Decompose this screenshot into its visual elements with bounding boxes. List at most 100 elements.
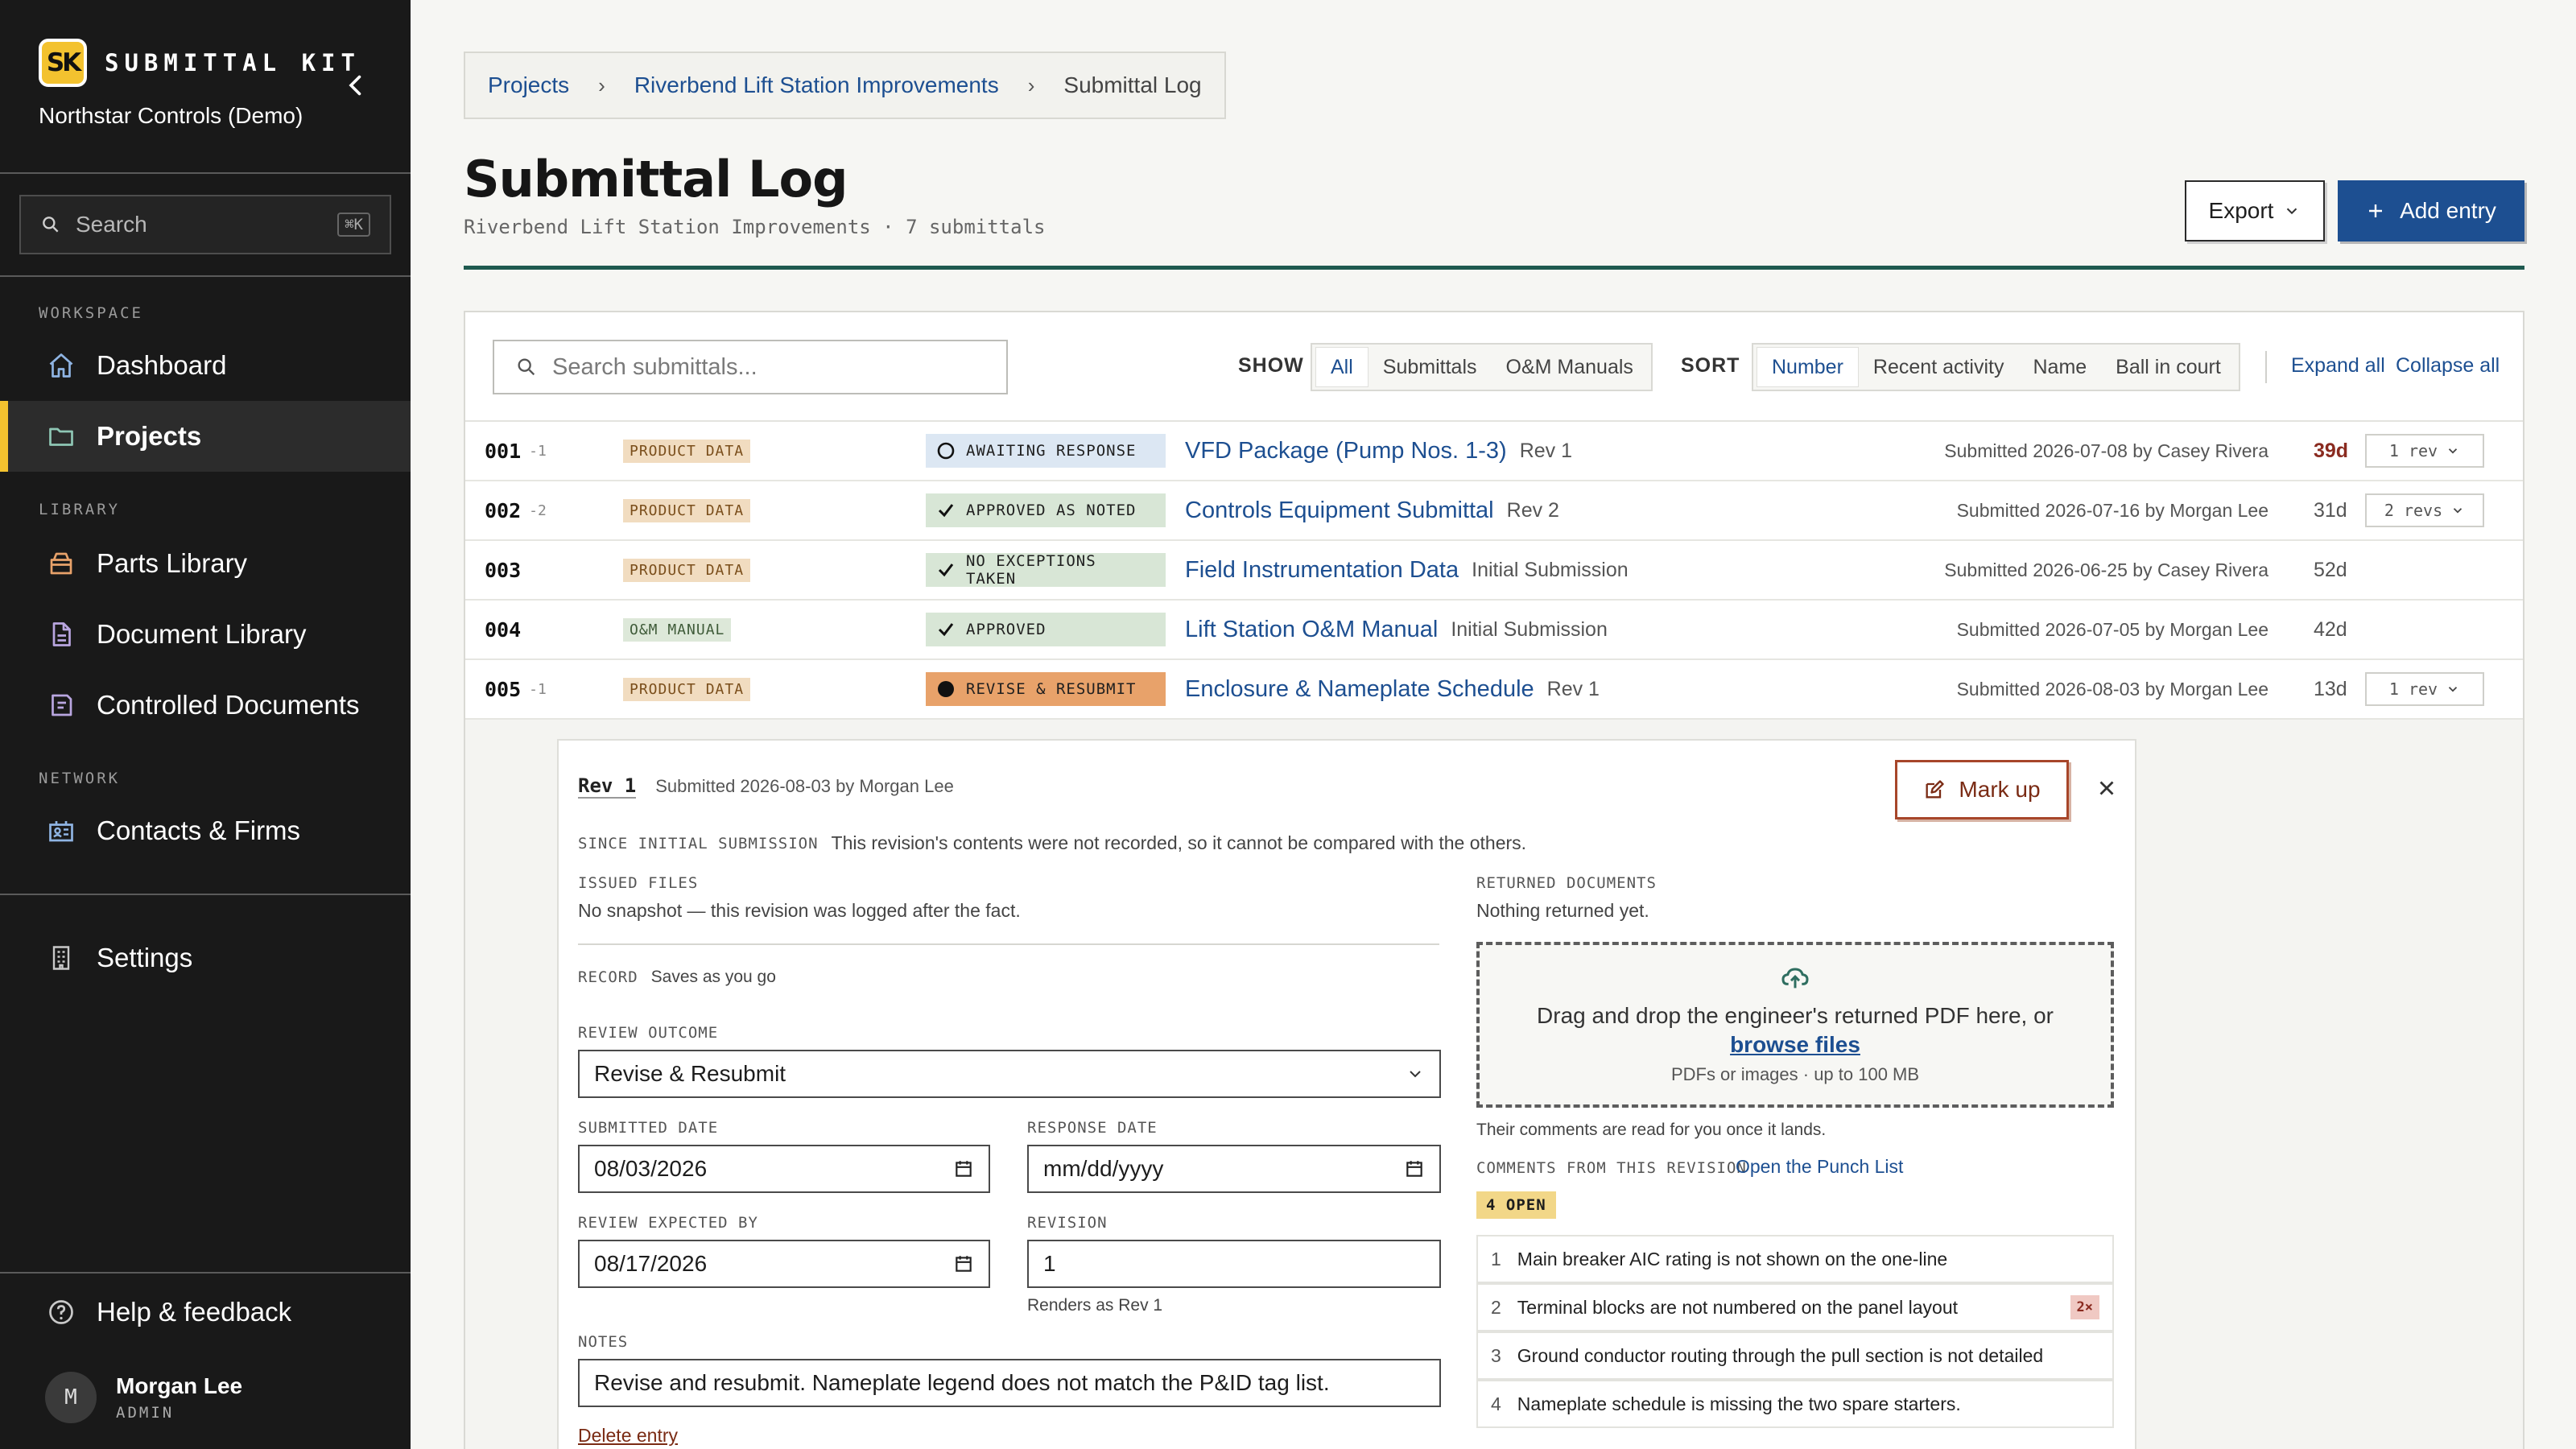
sidebar-item-document-library[interactable]: Document Library: [0, 599, 411, 670]
upload-cloud-icon: [1480, 961, 2111, 993]
app-logo: SK: [39, 39, 87, 87]
sidebar-item-parts-library[interactable]: Parts Library: [0, 528, 411, 599]
mark-up-button[interactable]: Mark up: [1895, 760, 2069, 819]
sort-option-ball-in-court[interactable]: Ball in court: [2101, 347, 2235, 387]
type-tag: PRODUCT DATA: [623, 660, 751, 718]
record-label: RECORD: [578, 968, 638, 986]
type-tag: PRODUCT DATA: [623, 481, 751, 539]
breadcrumb-project[interactable]: Riverbend Lift Station Improvements: [634, 72, 999, 98]
sidebar-item-label: Contacts & Firms: [97, 815, 301, 845]
delete-entry-link[interactable]: Delete entry: [578, 1425, 678, 1447]
comment-text: Terminal blocks are not numbered on the …: [1517, 1296, 1959, 1318]
submitted-date-input[interactable]: 08/03/2026: [578, 1145, 990, 1193]
sidebar-item-settings[interactable]: Settings: [0, 923, 411, 993]
comment-item[interactable]: 1 Main breaker AIC rating is not shown on…: [1476, 1235, 2114, 1283]
sidebar-item-help[interactable]: Help & feedback: [0, 1277, 411, 1348]
chevron-down-icon: [2283, 202, 2301, 220]
add-entry-button[interactable]: Add entry: [2338, 180, 2524, 242]
title-link[interactable]: VFD Package (Pump Nos. 1-3): [1185, 438, 1507, 464]
comment-number: 1: [1491, 1248, 1501, 1269]
circle-outline-icon: [935, 440, 956, 461]
type-tag: PRODUCT DATA: [623, 422, 751, 480]
revision-label[interactable]: Rev 1: [578, 774, 637, 799]
review-outcome-label: REVIEW OUTCOME: [578, 1024, 719, 1042]
submittal-search-input[interactable]: Search submittals...: [493, 340, 1008, 394]
revision-field-label: REVISION: [1027, 1214, 1108, 1232]
response-date-label: RESPONSE DATE: [1027, 1119, 1158, 1137]
show-label: SHOW: [1238, 354, 1304, 377]
breadcrumb-separator: ›: [598, 72, 605, 97]
sidebar-item-contacts[interactable]: Contacts & Firms: [0, 795, 411, 866]
number-value: 003: [485, 558, 522, 582]
revisions-toggle[interactable]: 2 revs: [2365, 481, 2484, 539]
export-button[interactable]: Export: [2185, 180, 2325, 242]
table-row[interactable]: 001 -1 PRODUCT DATA AWAITING RESPONSE VFD…: [465, 422, 2523, 481]
submittal-title[interactable]: Enclosure & Nameplate Schedule Rev 1: [1185, 660, 1600, 718]
comment-item[interactable]: 3 Ground conductor routing through the pu…: [1476, 1331, 2114, 1380]
sidebar-item-dashboard[interactable]: Dashboard: [0, 330, 411, 401]
show-option-all[interactable]: All: [1315, 347, 1368, 387]
revisions-toggle[interactable]: 1 rev: [2365, 660, 2484, 718]
submittal-title[interactable]: Lift Station O&M Manual Initial Submissio…: [1185, 601, 1608, 658]
table-row[interactable]: 005 -1 PRODUCT DATA REVISE & RESUBMIT Enc…: [465, 660, 2523, 720]
sort-option-number[interactable]: Number: [1757, 347, 1859, 387]
submittal-number: 005 -1: [485, 660, 547, 718]
punch-list-link[interactable]: Open the Punch List: [1736, 1156, 1903, 1178]
title-link[interactable]: Lift Station O&M Manual: [1185, 617, 1438, 643]
page-subtitle: Riverbend Lift Station Improvements · 7 …: [464, 216, 1046, 238]
browse-files-link[interactable]: browse files: [1480, 1032, 2111, 1058]
table-row[interactable]: 003 PRODUCT DATA NO EXCEPTIONS TAKEN Fie…: [465, 541, 2523, 601]
sidebar-search[interactable]: Search ⌘K: [19, 195, 391, 254]
review-expected-input[interactable]: 08/17/2026: [578, 1240, 990, 1288]
status-badge: APPROVED AS NOTED: [926, 481, 1166, 539]
expand-all-link[interactable]: Expand all: [2291, 354, 2385, 378]
review-outcome-select[interactable]: Revise & Resubmit: [578, 1050, 1441, 1098]
sort-option-recent[interactable]: Recent activity: [1859, 347, 2019, 387]
building-icon: [45, 942, 77, 974]
notes-field[interactable]: Revise and resubmit. Nameplate legend do…: [578, 1359, 1441, 1407]
title-link[interactable]: Enclosure & Nameplate Schedule: [1185, 676, 1534, 703]
submittal-title[interactable]: Controls Equipment Submittal Rev 2: [1185, 481, 1559, 539]
returned-pdf-dropzone[interactable]: Drag and drop the engineer's returned PD…: [1476, 942, 2114, 1108]
plus-icon: [2366, 201, 2385, 221]
breadcrumb: Projects › Riverbend Lift Station Improv…: [464, 52, 1226, 119]
sidebar-item-controlled-documents[interactable]: Controlled Documents: [0, 670, 411, 741]
revision-input[interactable]: 1: [1027, 1240, 1441, 1288]
calendar-icon: [1404, 1158, 1425, 1179]
revision-hint: Renders as Rev 1: [1027, 1296, 1163, 1315]
response-date-input[interactable]: mm/dd/yyyy: [1027, 1145, 1441, 1193]
open-count-badge: 4 OPEN: [1476, 1191, 1556, 1219]
returned-documents-label: RETURNED DOCUMENTS: [1476, 874, 1657, 892]
type-tag: PRODUCT DATA: [623, 541, 751, 599]
revision-label: Rev 1: [1519, 439, 1573, 462]
submittal-title[interactable]: Field Instrumentation Data Initial Submis…: [1185, 541, 1629, 599]
box-icon: [45, 547, 77, 580]
notes-label: NOTES: [578, 1333, 629, 1351]
sidebar-item-label: Help & feedback: [97, 1297, 292, 1327]
org-name[interactable]: Northstar Controls (Demo): [39, 103, 303, 129]
collapse-all-link[interactable]: Collapse all: [2396, 354, 2500, 378]
breadcrumb-projects[interactable]: Projects: [488, 72, 569, 98]
show-option-om-manuals[interactable]: O&M Manuals: [1492, 347, 1648, 387]
title-link[interactable]: Field Instrumentation Data: [1185, 557, 1459, 584]
submittal-title[interactable]: VFD Package (Pump Nos. 1-3) Rev 1: [1185, 422, 1572, 480]
table-row[interactable]: 002 -2 PRODUCT DATA APPROVED AS NOTED Con…: [465, 481, 2523, 541]
sidebar-item-projects[interactable]: Projects: [0, 401, 411, 472]
sort-option-name[interactable]: Name: [2018, 347, 2101, 387]
close-icon[interactable]: [2095, 776, 2122, 803]
collapse-sidebar-icon[interactable]: [341, 71, 370, 100]
status-label: APPROVED AS NOTED: [966, 502, 1137, 519]
user-profile[interactable]: M Morgan Lee ADMIN: [45, 1372, 242, 1423]
title-link[interactable]: Controls Equipment Submittal: [1185, 497, 1494, 524]
comment-item[interactable]: 4 Nameplate schedule is missing the two s…: [1476, 1380, 2114, 1428]
show-option-submittals[interactable]: Submittals: [1368, 347, 1492, 387]
document-icon: [45, 618, 77, 650]
brand[interactable]: SK SUBMITTAL KIT: [39, 39, 361, 87]
age-badge: 39d: [2314, 439, 2349, 462]
status-badge: APPROVED: [926, 601, 1166, 658]
type-label: PRODUCT DATA: [623, 439, 751, 463]
table-row[interactable]: 004 O&M MANUAL APPROVED Lift Station O&M…: [465, 601, 2523, 660]
number-value: 004: [485, 617, 522, 642]
comment-item[interactable]: 2 Terminal blocks are not numbered on the…: [1476, 1283, 2114, 1331]
revisions-toggle[interactable]: 1 rev: [2365, 422, 2484, 480]
